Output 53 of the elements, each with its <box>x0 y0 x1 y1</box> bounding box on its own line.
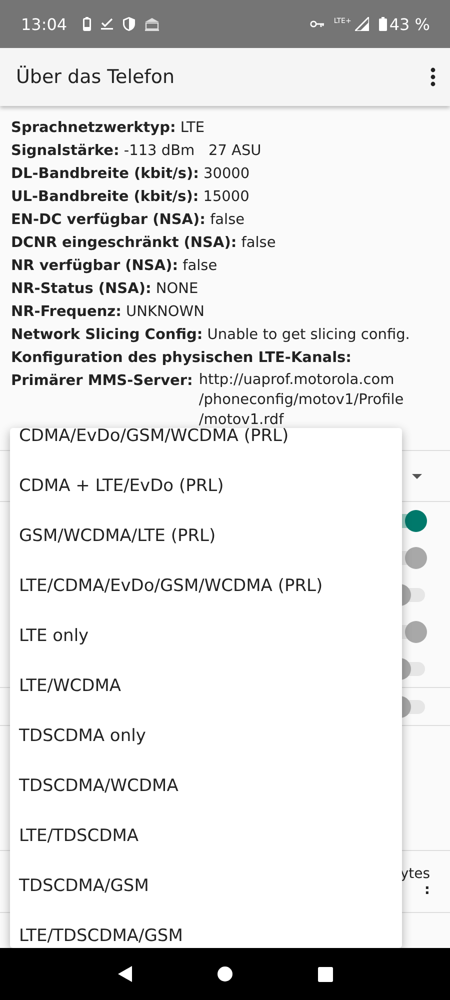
shield-icon <box>123 17 136 31</box>
menu-item[interactable]: TDSCDMA only <box>10 711 402 761</box>
info-label: DL-Bandbreite (kbit/s): <box>11 166 199 182</box>
setting-text: ytes <box>400 866 430 882</box>
info-value: 30000 <box>204 166 250 182</box>
more-options-icon[interactable] <box>430 67 436 87</box>
back-icon[interactable] <box>118 966 132 982</box>
info-label: DCNR eingeschränkt (NSA): <box>11 235 237 251</box>
info-value: http://uaprof.motorola.com <box>198 371 396 390</box>
info-value: false <box>241 235 276 251</box>
info-label: EN-DC verfügbar (NSA): <box>11 212 206 228</box>
battery-icon <box>379 17 388 31</box>
screen-title: Über das Telefon <box>16 66 176 88</box>
dropdown-arrow-icon[interactable] <box>412 474 422 478</box>
key-icon <box>310 20 324 28</box>
info-value: NONE <box>156 281 198 297</box>
info-value: false <box>182 258 218 274</box>
menu-item[interactable]: TDSCDMA/GSM <box>10 861 402 911</box>
setting-text: : <box>424 882 430 898</box>
battery-percent: 43 % <box>389 14 430 34</box>
info-value: -113 dBm 27 ASU <box>124 143 262 159</box>
info-label: Primärer MMS-Server: <box>11 372 193 391</box>
signal-icon <box>355 17 370 31</box>
info-value: 15000 <box>203 189 250 205</box>
menu-item[interactable]: CDMA + LTE/EvDo (PRL) <box>10 461 402 511</box>
battery-icon <box>83 17 92 31</box>
menu-item[interactable]: LTE only <box>10 611 402 661</box>
info-label: UL-Bandbreite (kbit/s): <box>11 189 199 205</box>
bank-icon <box>145 18 160 30</box>
menu-item[interactable]: LTE/CDMA/EvDo/GSM/WCDMA (PRL) <box>10 561 402 611</box>
recents-icon[interactable] <box>318 966 332 982</box>
check-icon <box>101 18 114 30</box>
info-label: Network Slicing Config: <box>11 327 203 343</box>
info-value: false <box>210 212 245 228</box>
info-label: Signalstärke: <box>11 143 120 159</box>
menu-item[interactable]: TDSCDMA/WCDMA <box>10 761 402 811</box>
menu-item[interactable]: LTE/WCDMA <box>10 661 402 711</box>
info-label: Konfiguration des physischen LTE-Kanals: <box>11 350 352 366</box>
menu-item[interactable]: CDMA/EvDo/GSM/WCDMA (PRL) <box>10 428 402 461</box>
menu-item[interactable]: LTE/TDSCDMA <box>10 811 402 861</box>
menu-item[interactable]: LTE/TDSCDMA/GSM <box>10 911 402 948</box>
info-value: /motov1.rdf <box>198 411 285 428</box>
status-time: 13:04 <box>21 14 68 34</box>
info-label: NR verfügbar (NSA): <box>11 258 178 274</box>
info-value: Unable to get slicing config. <box>207 327 410 343</box>
info-value: /phoneconfig/motov1/Profile <box>198 391 404 410</box>
info-value: UNKNOWN <box>126 304 204 320</box>
info-label: NR-Frequenz: <box>11 304 122 320</box>
home-icon[interactable] <box>216 966 232 982</box>
info-label: Sprachnetzwerktyp: <box>11 120 176 136</box>
info-value: LTE <box>180 120 205 136</box>
info-label: NR-Status (NSA): <box>11 281 152 297</box>
menu-item[interactable]: GSM/WCDMA/LTE (PRL) <box>10 511 402 561</box>
